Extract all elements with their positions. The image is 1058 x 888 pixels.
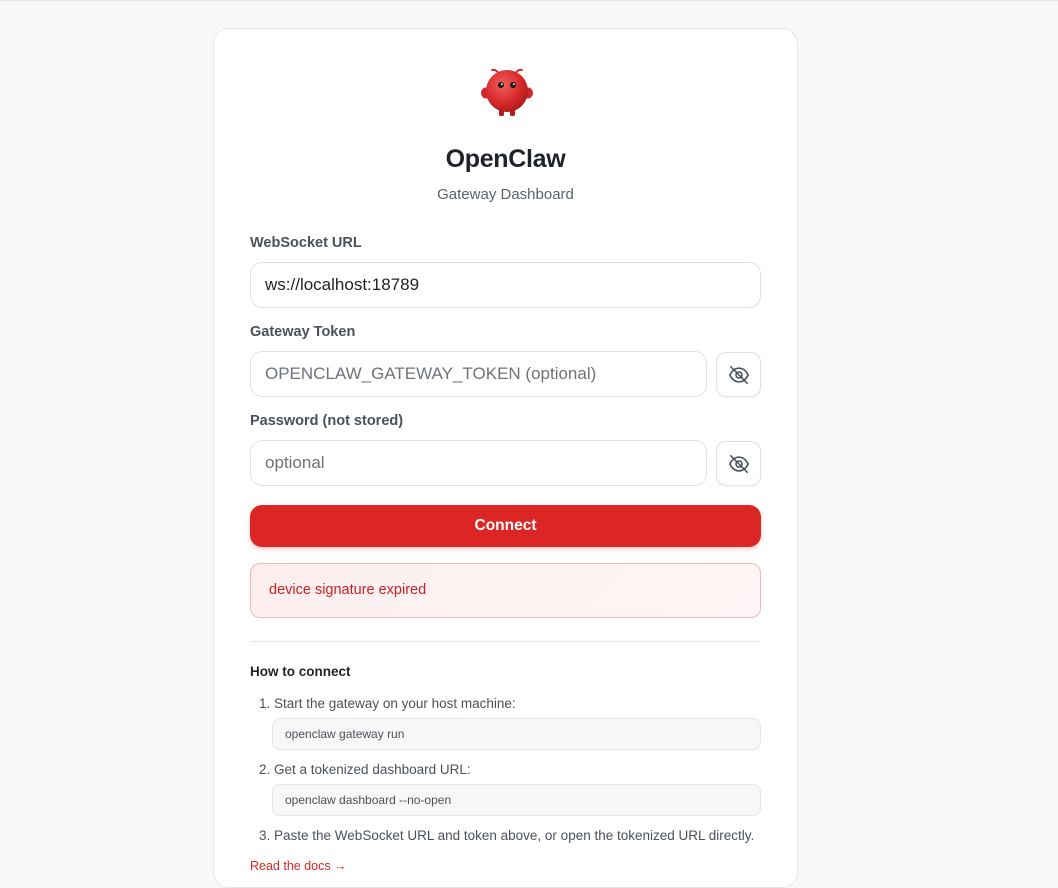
- connect-button[interactable]: Connect: [250, 505, 761, 547]
- how-to-connect-heading: How to connect: [250, 664, 351, 679]
- step-1-command[interactable]: openclaw gateway run: [272, 718, 761, 750]
- eye-off-icon: [728, 365, 749, 384]
- gateway-token-label: Gateway Token: [250, 324, 356, 340]
- connect-card: OpenClaw Gateway Dashboard WebSocket URL…: [213, 28, 798, 888]
- app-subtitle: Gateway Dashboard: [437, 186, 574, 203]
- red-crab-mascot-icon: [481, 68, 533, 116]
- top-divider: [0, 0, 1058, 1]
- gateway-token-input[interactable]: [250, 351, 707, 397]
- toggle-token-visibility-button[interactable]: [716, 352, 761, 397]
- password-input[interactable]: [250, 440, 707, 486]
- step-2-command[interactable]: openclaw dashboard --no-open: [272, 784, 761, 816]
- step-3-text: 3. Paste the WebSocket URL and token abo…: [259, 828, 755, 843]
- step-1-text: 1. Start the gateway on your host machin…: [259, 696, 516, 711]
- error-message: device signature expired: [250, 563, 761, 618]
- websocket-url-label: WebSocket URL: [250, 235, 362, 251]
- password-label: Password (not stored): [250, 413, 404, 429]
- websocket-url-input[interactable]: [250, 262, 761, 308]
- eye-off-icon: [728, 454, 749, 473]
- step-2-text: 2. Get a tokenized dashboard URL:: [259, 762, 471, 777]
- app-title: OpenClaw: [445, 145, 566, 173]
- section-divider: [250, 641, 761, 642]
- toggle-password-visibility-button[interactable]: [716, 441, 761, 486]
